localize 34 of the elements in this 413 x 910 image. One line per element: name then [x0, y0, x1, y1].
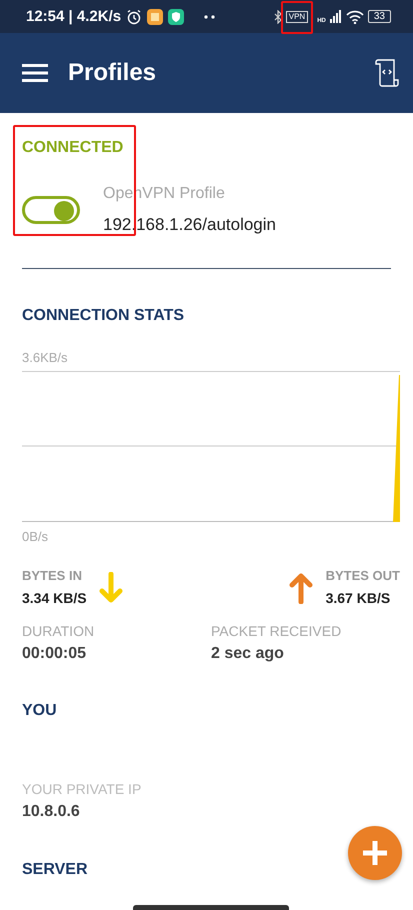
app-icon — [147, 8, 164, 24]
down-arrow-icon — [98, 572, 123, 604]
axis-label: 0B/s — [22, 529, 50, 545]
stat-label: DURATION — [22, 623, 96, 639]
plus-icon — [360, 838, 390, 868]
up-arrow-icon — [288, 572, 313, 604]
stat-label: BYTES OUT — [326, 568, 400, 584]
axis-label: 3.6KB/s — [22, 350, 69, 366]
bluetooth-icon — [274, 10, 282, 24]
status-time: 12:54 | 4.2K/s — [26, 8, 122, 25]
screen-title: Profiles — [68, 59, 156, 87]
stat-label: BYTES IN — [22, 568, 83, 584]
script-icon[interactable] — [374, 58, 400, 88]
section-heading: SERVER — [22, 860, 89, 880]
field-label: YOUR PRIVATE IP — [22, 781, 142, 797]
shield-icon — [168, 8, 184, 24]
connection-toggle[interactable] — [22, 196, 80, 224]
menu-icon[interactable] — [22, 64, 48, 82]
stat-value: 3.34 KB/S — [22, 589, 87, 607]
stat-value: 00:00:05 — [22, 644, 88, 664]
alarm-icon — [126, 8, 142, 24]
wifi-icon — [346, 10, 364, 24]
battery-indicator: 33 — [368, 10, 391, 23]
section-heading: YOU — [22, 701, 58, 721]
stat-value: 3.67 KB/S — [326, 589, 392, 607]
stat-label: PACKET RECEIVED — [211, 623, 342, 639]
section-heading: CONNECTION STATS — [22, 306, 186, 326]
signal-icon — [330, 10, 342, 23]
more-notifications-icon — [203, 14, 218, 20]
field-value: 10.8.0.6 — [22, 802, 81, 822]
connection-status: CONNECTED — [22, 138, 124, 158]
add-button[interactable] — [348, 826, 402, 880]
vpn-indicator: VPN — [286, 10, 308, 22]
stat-value: 2 sec ago — [211, 644, 285, 664]
